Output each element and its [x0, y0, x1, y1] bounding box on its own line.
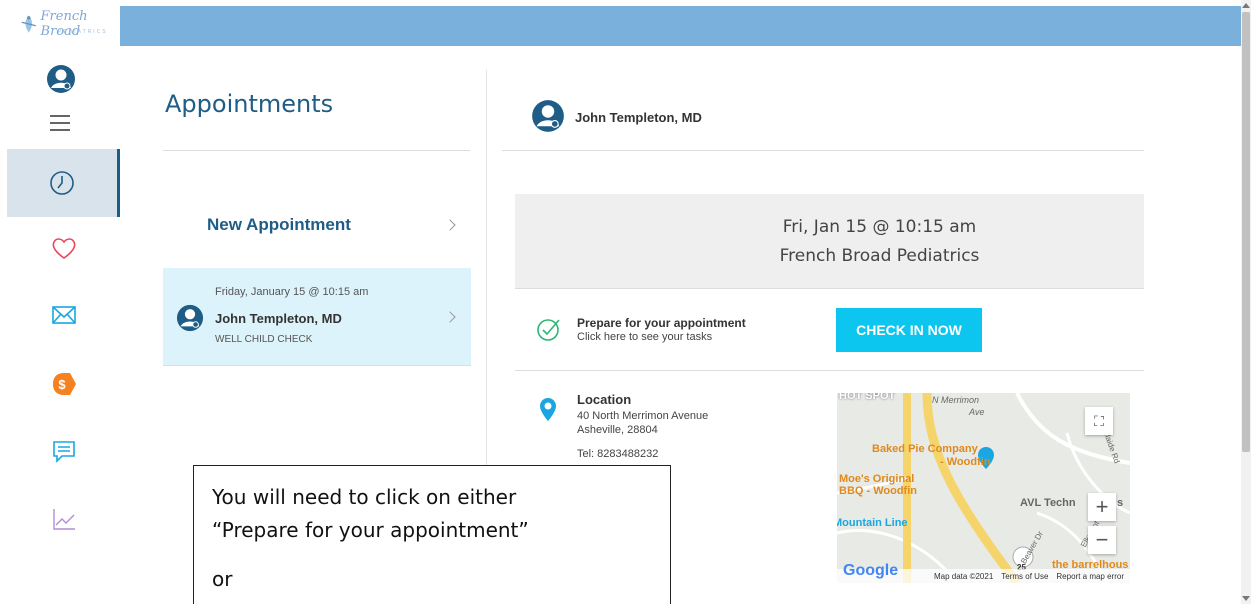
check-in-button[interactable]: CHECK IN NOW	[836, 308, 982, 352]
fullscreen-icon[interactable]: ⛶	[1085, 407, 1113, 435]
svg-text:$: $	[58, 377, 66, 392]
map-attribution: Map data ©2021	[934, 571, 994, 581]
map-label: Baked Pie Company	[872, 443, 978, 455]
scroll-up-icon[interactable]	[1242, 3, 1250, 8]
map-label: Mountain Line	[837, 517, 908, 529]
envelope-icon	[51, 306, 76, 324]
location-phone[interactable]: Tel: 8283488232	[577, 448, 658, 460]
callout-line-1: You will need to click on either	[212, 485, 517, 509]
map-label: BBQ - Woodfin	[839, 485, 917, 497]
new-appointment-label: New Appointment	[207, 215, 351, 234]
appointment-list-item[interactable]: Friday, January 15 @ 10:15 am John Templ…	[163, 268, 471, 366]
check-circle-icon	[537, 319, 560, 341]
doctor-avatar-icon	[176, 304, 204, 332]
user-avatar-icon[interactable]	[46, 64, 76, 94]
appointment-summary: Fri, Jan 15 @ 10:15 am French Broad Pedi…	[515, 194, 1144, 289]
top-bar: French Broad PEDIATRICS	[0, 0, 1241, 48]
appointment-practice: French Broad Pediatrics	[779, 246, 980, 266]
nav-item-messages[interactable]	[7, 281, 120, 349]
map-report-link[interactable]: Report a map error	[1056, 572, 1124, 581]
callout-line-3: or	[212, 567, 233, 591]
logo-mark-icon	[21, 15, 36, 33]
divider	[502, 150, 1144, 151]
map-terms-link[interactable]: Terms of Use	[1001, 572, 1048, 581]
chevron-right-icon	[444, 311, 456, 323]
clock-icon	[50, 171, 74, 195]
nav-item-health[interactable]	[7, 214, 120, 282]
map-label: AVL Techn	[1020, 497, 1076, 509]
chart-icon	[52, 509, 75, 530]
doctor-avatar-icon	[532, 100, 564, 132]
location-address-2: Asheville, 28804	[577, 424, 658, 436]
nav-item-appointments[interactable]	[7, 149, 120, 217]
logo-subtext: PEDIATRICS	[58, 29, 108, 35]
appointment-type: WELL CHILD CHECK	[215, 334, 313, 345]
scrollbar[interactable]	[1241, 0, 1251, 604]
google-logo: Google	[843, 562, 899, 579]
header-band	[120, 6, 1241, 46]
menu-icon[interactable]	[50, 115, 70, 136]
scroll-down-icon[interactable]	[1242, 596, 1250, 601]
location-title: Location	[577, 392, 632, 407]
callout-line-2: “Prepare for your appointment”	[212, 518, 529, 542]
map-label: Moe's Original	[839, 473, 915, 485]
appointment-time: Fri, Jan 15 @ 10:15 am	[782, 217, 977, 237]
chat-icon	[52, 441, 75, 463]
appointment-date: Friday, January 15 @ 10:15 am	[215, 286, 369, 298]
divider	[163, 150, 470, 151]
map-label: s	[1117, 497, 1124, 509]
map-label: - Woodfin	[940, 456, 991, 468]
instruction-callout: You will need to click on either “Prepar…	[193, 465, 671, 604]
prepare-subtitle[interactable]: Click here to see your tasks	[577, 331, 712, 343]
logo[interactable]: French Broad	[0, 0, 120, 48]
map-label: HOT SPOT	[839, 393, 896, 402]
appointment-doctor: John Templeton, MD	[215, 311, 342, 326]
prepare-row[interactable]: Prepare for your appointment Click here …	[515, 290, 1144, 371]
page-title: Appointments	[165, 90, 334, 118]
heart-icon	[52, 238, 75, 259]
map-label: N Merrimon	[932, 395, 980, 405]
zoom-out-button[interactable]: −	[1088, 526, 1116, 554]
new-appointment-button[interactable]: New Appointment	[163, 195, 470, 255]
location-address-1: 40 North Merrimon Avenue	[577, 410, 709, 422]
detail-doctor-name: John Templeton, MD	[575, 110, 702, 125]
map-label: Ave	[969, 407, 985, 417]
side-nav: $	[0, 48, 120, 604]
nav-item-trends[interactable]	[7, 485, 120, 553]
zoom-in-button[interactable]: +	[1088, 493, 1116, 521]
nav-item-billing[interactable]: $	[7, 350, 120, 418]
prepare-title[interactable]: Prepare for your appointment	[577, 316, 746, 330]
scrollbar-thumb[interactable]	[1242, 12, 1250, 452]
dollar-icon: $	[52, 373, 76, 395]
chevron-right-icon	[444, 219, 456, 231]
location-map[interactable]: HOT SPOT N Merrimon Ave Baked Pie Compan…	[837, 393, 1130, 583]
nav-item-chat[interactable]	[7, 418, 120, 486]
location-pin-icon	[540, 398, 556, 421]
